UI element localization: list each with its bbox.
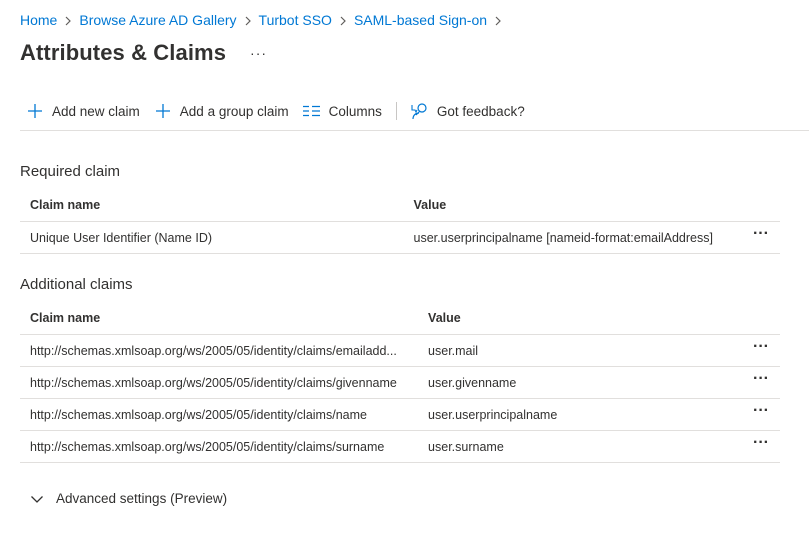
table-row[interactable]: http://schemas.xmlsoap.org/ws/2005/05/id… bbox=[20, 334, 780, 367]
add-new-claim-label: Add new claim bbox=[52, 103, 140, 119]
more-icon[interactable]: ··· bbox=[753, 434, 769, 450]
required-claims-table: Claim name Value Unique User Identifier … bbox=[20, 189, 780, 254]
claim-value-cell[interactable]: user.surname bbox=[418, 430, 732, 463]
breadcrumb-saml[interactable]: SAML-based Sign-on bbox=[354, 11, 487, 29]
add-group-claim-button[interactable]: Add a group claim bbox=[148, 94, 297, 128]
table-row[interactable]: http://schemas.xmlsoap.org/ws/2005/05/id… bbox=[20, 366, 780, 399]
title-row: Attributes & Claims ··· bbox=[20, 38, 267, 68]
claim-value-cell[interactable]: user.userprincipalname bbox=[418, 398, 732, 431]
chevron-right-icon bbox=[237, 11, 259, 29]
chevron-right-icon bbox=[57, 11, 79, 29]
additional-claims-table: Claim name Value http://schemas.xmlsoap.… bbox=[20, 302, 780, 463]
table-header-row: Claim name Value bbox=[20, 302, 780, 335]
column-header-claim-name[interactable]: Claim name bbox=[20, 302, 419, 335]
claim-name-cell[interactable]: http://schemas.xmlsoap.org/ws/2005/05/id… bbox=[20, 334, 419, 367]
more-icon[interactable]: ··· bbox=[250, 38, 267, 68]
advanced-settings-toggle[interactable]: Advanced settings (Preview) bbox=[30, 491, 227, 506]
add-new-claim-button[interactable]: Add new claim bbox=[20, 94, 148, 128]
feedback-button[interactable]: Got feedback? bbox=[405, 94, 533, 128]
more-icon[interactable]: ··· bbox=[753, 370, 769, 386]
column-header-claim-name[interactable]: Claim name bbox=[20, 189, 404, 222]
add-group-claim-label: Add a group claim bbox=[179, 103, 289, 119]
column-header-actions bbox=[731, 189, 780, 222]
additional-claims-heading: Additional claims bbox=[20, 276, 133, 293]
breadcrumb: Home Browse Azure AD Gallery Turbot SSO … bbox=[20, 11, 509, 29]
feedback-icon bbox=[411, 102, 429, 120]
page: Home Browse Azure AD Gallery Turbot SSO … bbox=[0, 0, 809, 534]
table-row[interactable]: http://schemas.xmlsoap.org/ws/2005/05/id… bbox=[20, 430, 780, 463]
columns-label: Columns bbox=[328, 103, 382, 119]
claim-value-cell[interactable]: user.userprincipalname [nameid-format:em… bbox=[403, 221, 732, 254]
command-bar: Add new claim Add a group claim Columns bbox=[20, 96, 809, 131]
claim-value-cell[interactable]: user.givenname bbox=[418, 366, 732, 399]
table-row[interactable]: http://schemas.xmlsoap.org/ws/2005/05/id… bbox=[20, 398, 780, 431]
more-icon[interactable]: ··· bbox=[753, 402, 769, 418]
columns-icon bbox=[303, 102, 321, 120]
required-claim-heading: Required claim bbox=[20, 163, 121, 180]
toolbar-divider bbox=[395, 102, 397, 120]
chevron-right-icon bbox=[487, 11, 509, 29]
chevron-right-icon bbox=[332, 11, 354, 29]
columns-button[interactable]: Columns bbox=[297, 94, 390, 128]
plus-icon bbox=[154, 102, 172, 120]
breadcrumb-gallery[interactable]: Browse Azure AD Gallery bbox=[79, 11, 236, 29]
breadcrumb-home[interactable]: Home bbox=[20, 11, 57, 29]
table-row[interactable]: Unique User Identifier (Name ID) user.us… bbox=[20, 221, 780, 254]
feedback-label: Got feedback? bbox=[436, 103, 525, 119]
more-icon[interactable]: ··· bbox=[753, 225, 769, 241]
column-header-value[interactable]: Value bbox=[403, 189, 732, 222]
claim-name-cell[interactable]: Unique User Identifier (Name ID) bbox=[20, 221, 404, 254]
plus-icon bbox=[26, 102, 44, 120]
chevron-down-icon bbox=[30, 494, 46, 504]
breadcrumb-app[interactable]: Turbot SSO bbox=[259, 11, 332, 29]
claim-value-cell[interactable]: user.mail bbox=[418, 334, 732, 367]
page-title: Attributes & Claims bbox=[20, 40, 227, 65]
column-header-value[interactable]: Value bbox=[418, 302, 732, 335]
table-header-row: Claim name Value bbox=[20, 189, 780, 222]
more-icon[interactable]: ··· bbox=[753, 338, 769, 354]
claim-name-cell[interactable]: http://schemas.xmlsoap.org/ws/2005/05/id… bbox=[20, 398, 419, 431]
claim-name-cell[interactable]: http://schemas.xmlsoap.org/ws/2005/05/id… bbox=[20, 430, 419, 463]
column-header-actions bbox=[732, 302, 780, 335]
claim-name-cell[interactable]: http://schemas.xmlsoap.org/ws/2005/05/id… bbox=[20, 366, 419, 399]
advanced-settings-label: Advanced settings (Preview) bbox=[56, 491, 228, 506]
